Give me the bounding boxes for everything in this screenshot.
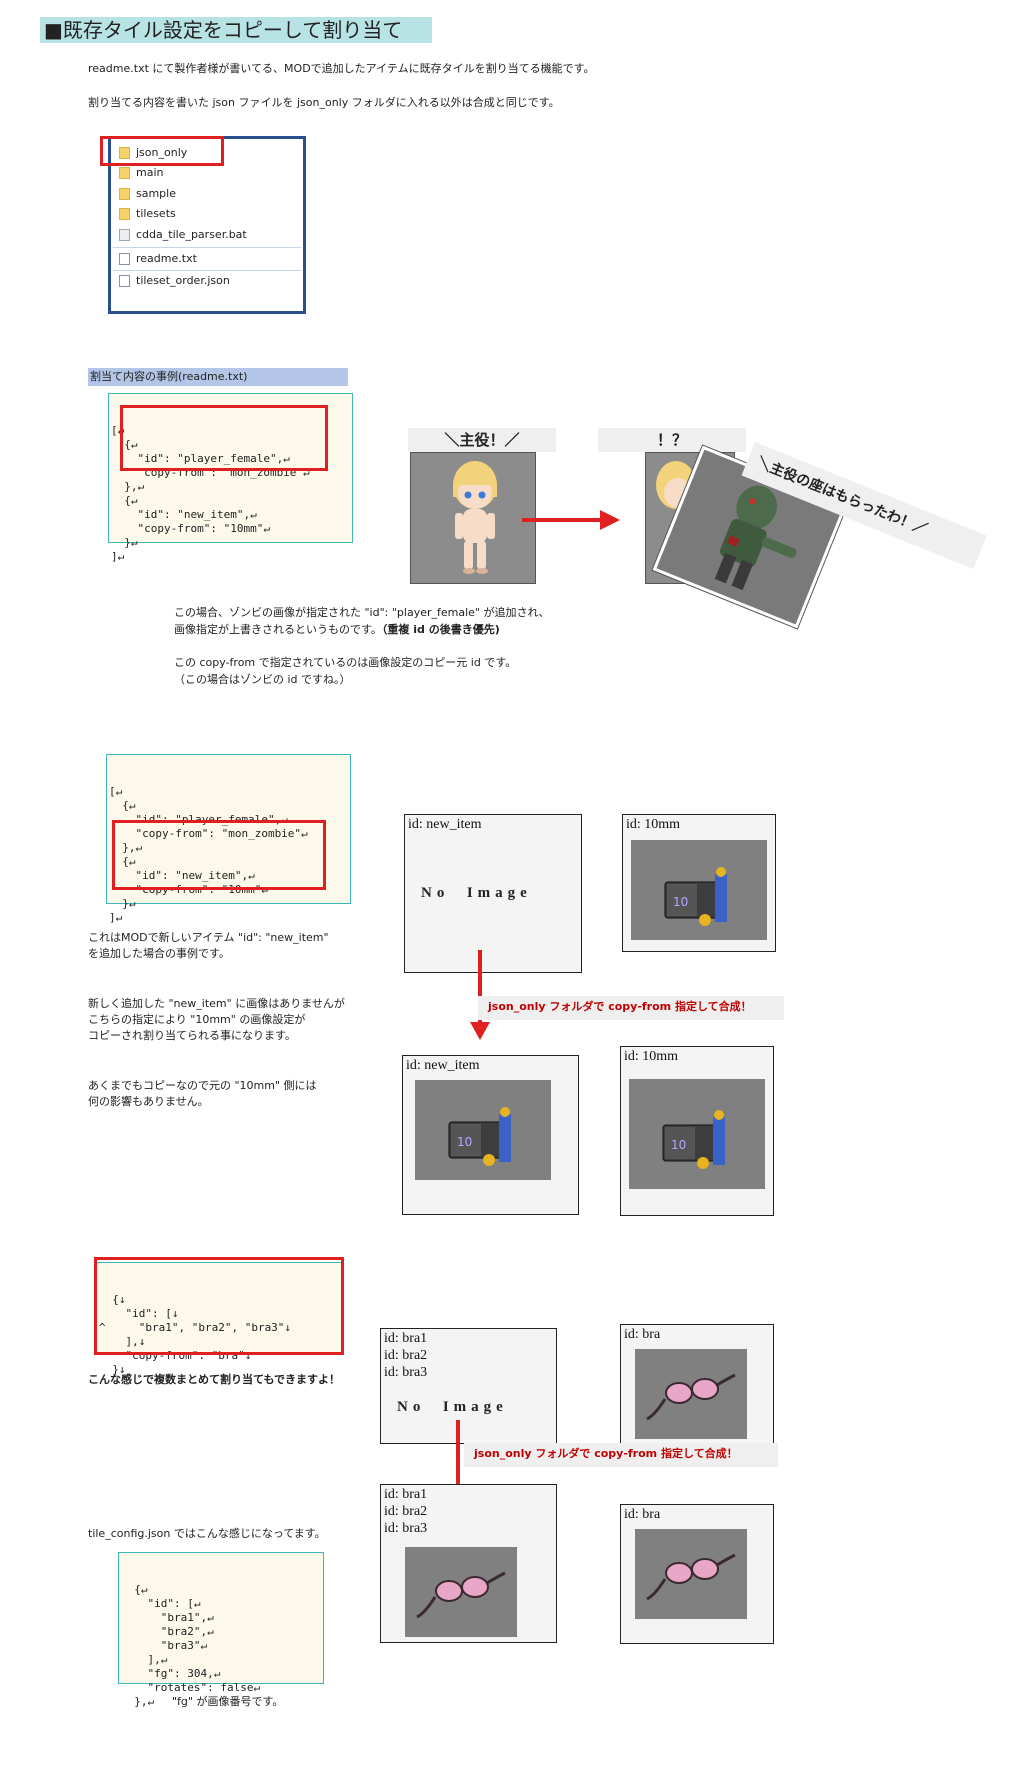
folder-item-main[interactable]: main: [119, 163, 163, 183]
panel-new-item-after: id: new_item 10: [402, 1055, 579, 1215]
no-image-text: No Image: [397, 1399, 508, 1415]
new-item-highlight: [112, 820, 326, 890]
panel-bra-ids-after: id: bra1 id: bra2 id: bra3: [380, 1484, 557, 1643]
explain-2c: 新しく追加した "new_item" に画像はありませんが: [88, 997, 345, 1010]
example-heading: 割当て内容の事例(readme.txt): [88, 368, 348, 386]
file-item-bat[interactable]: cdda_tile_parser.bat: [119, 225, 247, 245]
folder-icon: [119, 208, 130, 220]
panel-bra-after: id: bra: [620, 1504, 774, 1644]
explain-2e: コピーされ割り当てられる事になります。: [88, 1029, 296, 1042]
divider: [113, 247, 301, 248]
file-item-readme[interactable]: readme.txt: [119, 249, 197, 269]
panel-bra-before: id: bra: [620, 1324, 774, 1450]
explain-2a: これはMODで新しいアイテム "id": "new_item": [88, 931, 329, 944]
banner-surprise: ！？: [598, 428, 746, 452]
svg-text:10: 10: [457, 1135, 472, 1149]
explain-1b: 画像指定が上書きされるというものです。（重複 id の後書き優先): [174, 623, 500, 636]
bra-code-highlight: [94, 1257, 344, 1355]
merge-note-1: json_only フォルダで copy-from 指定して合成！: [478, 996, 784, 1020]
folder-icon: [119, 167, 130, 179]
bra-sprite-icon: [405, 1547, 517, 1637]
explain-2b: を追加した場合の事例です。: [88, 947, 230, 960]
player-female-highlight: [120, 405, 328, 471]
fg-note: "fg" が画像番号です。: [172, 1695, 284, 1708]
bra-sprite-icon: [635, 1349, 747, 1439]
json-only-highlight: [100, 136, 224, 166]
girl-sprite-icon: [453, 461, 497, 574]
ammo-10mm-icon: 10: [631, 840, 767, 940]
tile-config-code-block: {↵ "id": [↵ "bra1",↵ "bra2",↵ "bra3"↵ ],…: [118, 1552, 324, 1708]
config-label: tile_config.json ではこんな感じになってます。: [88, 1527, 326, 1540]
folder-item-tilesets[interactable]: tilesets: [119, 204, 176, 224]
multi-assign-note: こんな感じで複数まとめて割り当てもできますよ！: [88, 1373, 341, 1386]
explain-1c: この copy-from で指定されているのは画像設定のコピー元 id です。: [174, 656, 517, 669]
bra-sprite-icon: [635, 1529, 747, 1619]
folder-icon: [119, 188, 130, 200]
batch-file-icon: [119, 229, 130, 241]
ammo-10mm-icon: 10: [415, 1080, 551, 1180]
explain-1a: この場合、ゾンビの画像が指定された "id": "player_female" …: [174, 606, 550, 619]
explain-2d: こちらの指定により "10mm" の画像設定が: [88, 1013, 306, 1026]
panel-10mm-before: id: 10mm 10: [622, 814, 776, 952]
intro-line-1: readme.txt にて製作者様が書いてる、MODで追加したアイテムに既存タイ…: [88, 62, 595, 75]
page-title: ■既存タイル設定をコピーして割り当て: [40, 17, 432, 43]
intro-line-2: 割り当てる内容を書いた json ファイルを json_only フォルダに入れ…: [88, 96, 560, 109]
arrow-right-icon: [522, 510, 620, 530]
explain-2f: あくまでもコピーなので元の "10mm" 側には: [88, 1079, 317, 1092]
file-item-tileset-order[interactable]: tileset_order.json: [119, 271, 230, 291]
svg-text:10: 10: [671, 1138, 686, 1152]
merge-note-2: json_only フォルダで copy-from 指定して合成！: [464, 1443, 778, 1467]
json-file-icon: [119, 275, 130, 287]
folder-item-sample[interactable]: sample: [119, 184, 176, 204]
panel-10mm-after: id: 10mm 10: [620, 1046, 774, 1216]
panel-new-item-before: id: new_item No Image: [404, 814, 582, 973]
svg-text:10: 10: [673, 895, 688, 909]
no-image-text: No Image: [421, 885, 532, 901]
text-file-icon: [119, 253, 130, 265]
banner-protagonist: ＼主役！／: [408, 428, 556, 452]
ammo-10mm-icon: 10: [629, 1079, 765, 1189]
player-female-sprite: [410, 452, 536, 584]
explain-1d: （この場合はゾンビの id ですね。）: [174, 673, 351, 686]
explain-2g: 何の影響もありません。: [88, 1095, 209, 1108]
